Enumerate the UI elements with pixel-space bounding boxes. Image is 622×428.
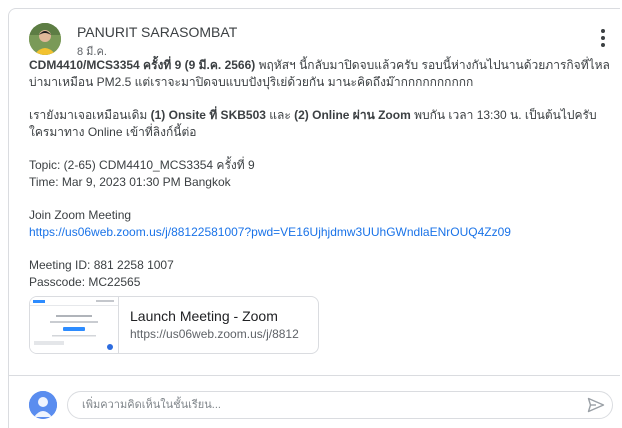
- attachment-thumbnail: [30, 297, 119, 353]
- meeting-id: Meeting ID: 881 2258 1007: [29, 258, 174, 272]
- more-vert-icon: [601, 29, 605, 33]
- comment-divider: [9, 375, 620, 376]
- user-avatar: [29, 391, 57, 419]
- attachment-title: Launch Meeting - Zoom: [130, 308, 278, 324]
- link-attachment[interactable]: Launch Meeting - Zoom https://us06web.zo…: [29, 296, 319, 354]
- author-name: PANURIT SARASOMBAT: [77, 24, 238, 40]
- send-comment-button[interactable]: [587, 397, 605, 413]
- comment-input[interactable]: [67, 391, 613, 419]
- zoom-meeting-link[interactable]: https://us06web.zoom.us/j/88122581007?pw…: [29, 225, 511, 239]
- post-body: CDM4410/MCS3354 ครั้งที่ 9 (9 มี.ค. 2566…: [29, 57, 614, 291]
- stream-post-card: PANURIT SARASOMBAT 8 มี.ค. CDM4410/MCS33…: [8, 8, 620, 428]
- meeting-time: Time: Mar 9, 2023 01:30 PM Bangkok: [29, 175, 231, 189]
- post-paragraph-2: เรายังมาเจอเหมือนเดิม (1) Onsite ที่ SKB…: [29, 108, 597, 139]
- attachment-url: https://us06web.zoom.us/j/8812: [130, 327, 299, 341]
- meeting-topic: Topic: (2-65) CDM4410_MCS3354 ครั้งที่ 9: [29, 158, 255, 172]
- more-options-button[interactable]: [594, 25, 612, 51]
- meeting-passcode: Passcode: MC22565: [29, 275, 141, 289]
- join-zoom-label: Join Zoom Meeting: [29, 208, 132, 222]
- send-icon: [587, 397, 605, 413]
- author-avatar: [29, 23, 61, 55]
- post-paragraph-1: CDM4410/MCS3354 ครั้งที่ 9 (9 มี.ค. 2566…: [29, 58, 610, 89]
